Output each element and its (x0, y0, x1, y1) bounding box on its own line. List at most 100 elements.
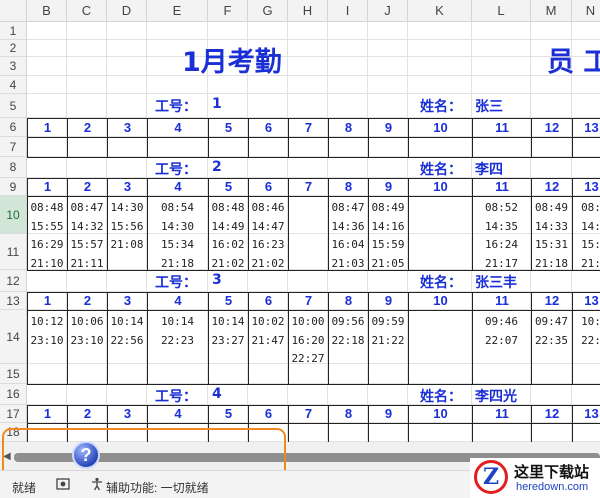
accessibility-status-text[interactable]: 辅助功能: 一切就绪 (106, 479, 209, 496)
grid-cell[interactable] (368, 22, 408, 40)
day-header-7[interactable]: 7 (288, 118, 329, 138)
time-cell[interactable] (328, 423, 369, 442)
day-header-5[interactable]: 5 (208, 292, 249, 311)
grid-cell[interactable] (531, 157, 572, 178)
grid-cell[interactable] (572, 22, 600, 40)
day-header-13[interactable]: 13 (572, 178, 600, 197)
day-header-6[interactable]: 6 (248, 405, 289, 424)
day-header-9[interactable]: 9 (368, 118, 409, 138)
day-header-1[interactable]: 1 (27, 292, 68, 311)
grid-cell[interactable] (328, 270, 368, 292)
day-header-1[interactable]: 1 (27, 405, 68, 424)
grid-cell[interactable] (67, 76, 107, 94)
grid-cell[interactable] (27, 94, 67, 118)
grid-cell[interactable] (328, 22, 368, 40)
day-header-12[interactable]: 12 (531, 118, 573, 138)
help-question-icon[interactable]: ? (72, 441, 100, 469)
day-header-11[interactable]: 11 (472, 178, 532, 197)
grid-cell[interactable] (107, 22, 147, 40)
grid-cell[interactable] (27, 40, 67, 57)
day-header-13[interactable]: 13 (572, 118, 600, 138)
grid-cell[interactable] (67, 94, 107, 118)
grid-cell[interactable] (572, 94, 600, 118)
row-header-4[interactable]: 4 (0, 76, 26, 94)
day-header-6[interactable]: 6 (248, 118, 289, 138)
day-header-10[interactable]: 10 (408, 118, 473, 138)
day-header-7[interactable]: 7 (288, 178, 329, 197)
row-header-16[interactable]: 16 (0, 384, 26, 405)
column-header-C[interactable]: C (67, 0, 107, 22)
grid-cell[interactable] (328, 57, 368, 76)
grid-cell[interactable] (368, 384, 408, 405)
grid-cell[interactable] (368, 76, 408, 94)
grid-cell[interactable] (288, 94, 328, 118)
day-header-8[interactable]: 8 (328, 178, 369, 197)
grid-cell[interactable] (368, 57, 408, 76)
grid-cell[interactable] (572, 384, 600, 405)
worksheet-grid[interactable]: 1月考勤 员 工 工号： 1 姓名： 张三 1 2 3 4 5 6 7 8 9 10 11 12 13 工号： 2 姓… (27, 22, 600, 442)
day-header-9[interactable]: 9 (368, 405, 409, 424)
grid-cell[interactable] (147, 22, 208, 40)
row-header-10[interactable]: 10 (0, 196, 26, 234)
grid-cell[interactable] (248, 94, 288, 118)
row-header-12[interactable]: 12 (0, 270, 26, 292)
column-header-N[interactable]: N (572, 0, 600, 22)
grid-cell[interactable] (248, 270, 288, 292)
grid-cell[interactable] (408, 22, 472, 40)
grid-cell[interactable] (27, 384, 67, 405)
time-cell[interactable] (208, 137, 249, 158)
column-header-B[interactable]: B (27, 0, 67, 22)
grid-cell[interactable] (472, 22, 531, 40)
day-header-8[interactable]: 8 (328, 292, 369, 311)
time-cell[interactable] (408, 310, 473, 385)
grid-cell[interactable] (248, 22, 288, 40)
day-header-1[interactable]: 1 (27, 118, 68, 138)
select-all-corner[interactable] (0, 0, 27, 22)
grid-cell[interactable] (288, 76, 328, 94)
day-header-8[interactable]: 8 (328, 405, 369, 424)
day-header-10[interactable]: 10 (408, 178, 473, 197)
day-header-3[interactable]: 3 (107, 405, 148, 424)
grid-cell[interactable] (531, 384, 572, 405)
time-cell[interactable] (27, 137, 68, 158)
day-header-6[interactable]: 6 (248, 178, 289, 197)
grid-cell[interactable] (27, 22, 67, 40)
grid-cell[interactable] (288, 22, 328, 40)
grid-cell[interactable] (27, 157, 67, 178)
accessibility-icon[interactable] (90, 477, 104, 494)
grid-cell[interactable] (472, 76, 531, 94)
grid-cell[interactable] (107, 40, 147, 57)
row-header-17[interactable]: 17 (0, 405, 26, 423)
time-cell[interactable] (368, 137, 409, 158)
grid-cell[interactable] (328, 94, 368, 118)
day-header-10[interactable]: 10 (408, 405, 473, 424)
row-header-3[interactable]: 3 (0, 57, 26, 76)
column-header-K[interactable]: K (408, 0, 472, 22)
grid-cell[interactable] (67, 22, 107, 40)
row-header-8[interactable]: 8 (0, 157, 26, 178)
time-cell[interactable] (107, 137, 148, 158)
grid-cell[interactable] (248, 384, 288, 405)
day-header-9[interactable]: 9 (368, 292, 409, 311)
day-header-5[interactable]: 5 (208, 405, 249, 424)
grid-cell[interactable] (408, 40, 472, 57)
time-cell[interactable] (328, 137, 369, 158)
time-cell[interactable] (408, 423, 473, 442)
column-header-D[interactable]: D (107, 0, 147, 22)
row-header-15[interactable]: 15 (0, 364, 26, 384)
day-header-3[interactable]: 3 (107, 178, 148, 197)
grid-cell[interactable] (27, 57, 67, 76)
column-header-F[interactable]: F (208, 0, 248, 22)
grid-cell[interactable] (67, 270, 107, 292)
grid-cell[interactable] (288, 157, 328, 178)
column-header-M[interactable]: M (531, 0, 572, 22)
time-cell[interactable] (572, 423, 600, 442)
time-cell[interactable] (67, 137, 108, 158)
day-header-11[interactable]: 11 (472, 118, 532, 138)
grid-cell[interactable] (107, 384, 147, 405)
grid-cell[interactable] (572, 270, 600, 292)
grid-cell[interactable] (107, 270, 147, 292)
row-header-11[interactable]: 11 (0, 234, 26, 270)
grid-cell[interactable] (572, 157, 600, 178)
column-header-J[interactable]: J (368, 0, 408, 22)
